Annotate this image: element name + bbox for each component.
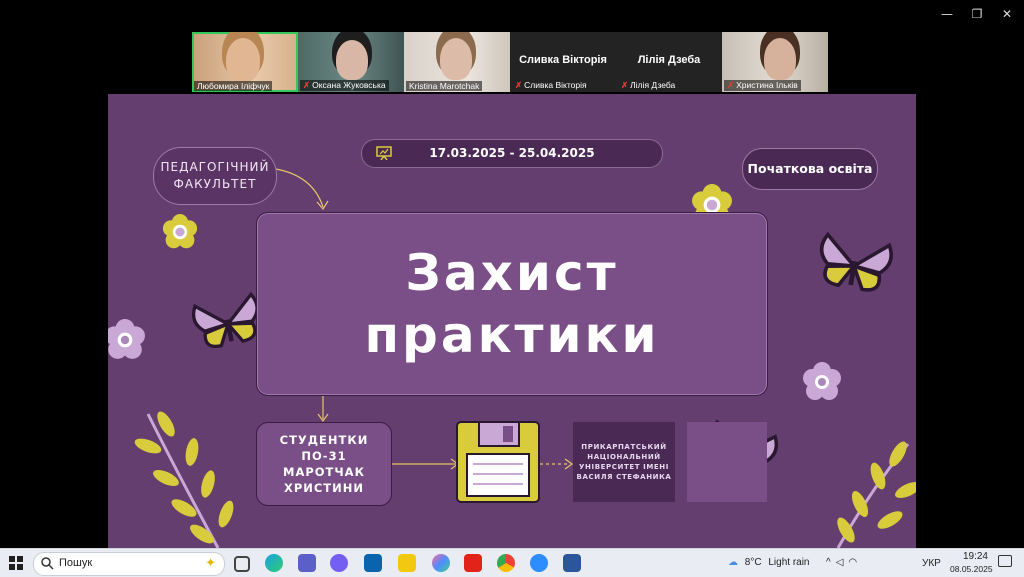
faculty-label: ПЕДАГОГІЧНИЙ ФАКУЛЬТЕТ: [153, 147, 277, 205]
participant-tile[interactable]: Лілія Дзеба ✗ Лілія Дзеба: [616, 32, 722, 92]
participant-avatar: [226, 38, 260, 82]
date-range-bar: 17.03.2025 - 25.04.2025: [361, 139, 663, 168]
butterfly-frame: [687, 422, 767, 502]
word-icon[interactable]: [563, 554, 581, 572]
title-line: Захист: [405, 244, 619, 302]
participant-tile[interactable]: Сливка Вікторія ✗ Сливка Вікторія: [510, 32, 616, 92]
date-range-text: 17.03.2025 - 25.04.2025: [429, 146, 595, 160]
participant-display-name: Лілія Дзеба: [637, 54, 701, 66]
file-explorer-icon[interactable]: [398, 554, 416, 572]
outlook-icon[interactable]: [364, 554, 382, 572]
student-line: СТУДЕНТКИ: [279, 433, 369, 447]
chrome-icon[interactable]: [497, 554, 515, 572]
flower-icon: [108, 319, 145, 359]
viber-icon[interactable]: [330, 554, 348, 572]
flower-icon: [803, 362, 841, 400]
close-button[interactable]: ✕: [997, 6, 1017, 22]
clock-time: 19:24: [962, 551, 988, 562]
participant-tile[interactable]: Kristina Marotchak: [404, 32, 510, 92]
participant-name: ✗ Христина Ільків: [724, 80, 801, 91]
zoom-icon[interactable]: [530, 554, 548, 572]
presentation-board-icon: [376, 146, 392, 160]
faculty-line: ФАКУЛЬТЕТ: [173, 177, 257, 191]
shared-slide: 17.03.2025 - 25.04.2025 ПЕДАГОГІЧНИЙ ФАКУ…: [108, 94, 916, 548]
weather-temp: 8°C: [744, 557, 762, 568]
search-icon: [41, 557, 54, 570]
leaf-branch-icon: [132, 408, 237, 548]
cloud-rain-icon: ☁: [728, 557, 738, 568]
participant-name: ✗ Лілія Дзеба: [621, 80, 676, 90]
participant-tile[interactable]: ✗ Христина Ільків: [722, 32, 828, 92]
butterfly-icon: [192, 294, 264, 350]
muted-mic-icon: ✗: [515, 80, 523, 90]
student-line: ПО-31: [301, 449, 347, 463]
tray-icons[interactable]: ^◁◠: [826, 557, 862, 568]
edge-icon[interactable]: [265, 554, 283, 572]
university-box: ПРИКАРПАТСЬКИЙ НАЦІОНАЛЬНИЙ УНІВЕРСИТЕТ …: [573, 422, 675, 502]
acrobat-icon[interactable]: [464, 554, 482, 572]
speaker-icon[interactable]: ◁: [836, 557, 849, 568]
floppy-disk-icon: [456, 421, 540, 503]
participant-tile[interactable]: ✗ Оксана Жуковська: [298, 32, 404, 92]
muted-mic-icon: ✗: [727, 80, 735, 90]
student-line: МАРОТЧАК: [283, 465, 365, 479]
participant-avatar: [440, 38, 472, 80]
chevron-up-icon[interactable]: ^: [826, 557, 836, 568]
university-line: УНІВЕРСИТЕТ ІМЕНІ: [579, 463, 669, 471]
student-box: СТУДЕНТКИ ПО-31 МАРОТЧАК ХРИСТИНИ: [256, 422, 392, 506]
title-box: Захист практики: [256, 212, 768, 396]
clock[interactable]: 19:24 08.05.2025: [950, 551, 993, 575]
weather-text: Light rain: [768, 557, 810, 568]
search-placeholder: Пошук: [59, 557, 93, 569]
faculty-line: ПЕДАГОГІЧНИЙ: [160, 160, 270, 174]
participant-avatar: [336, 40, 368, 80]
wifi-icon[interactable]: ◠: [848, 557, 862, 568]
copilot-icon[interactable]: [432, 554, 450, 572]
participant-strip: Любомира Іліфчук ✗ Оксана Жуковська Krist…: [192, 32, 828, 92]
slide-title: Захист практики: [365, 242, 660, 366]
university-line: ВАСИЛЯ СТЕФАНИКА: [576, 473, 672, 481]
student-line: ХРИСТИНИ: [283, 481, 365, 495]
university-line: НАЦІОНАЛЬНИЙ: [587, 453, 661, 461]
windows-start-icon[interactable]: [9, 556, 23, 570]
title-line: практики: [364, 306, 660, 364]
muted-mic-icon: ✗: [621, 80, 629, 90]
taskbar: Пошук ✦ ☁ 8°C Light rain ^◁◠ УКР 19:24 0…: [0, 548, 1024, 577]
language-indicator[interactable]: УКР: [922, 558, 941, 569]
university-line: ПРИКАРПАТСЬКИЙ: [581, 443, 667, 451]
notification-icon[interactable]: [998, 555, 1012, 567]
weather-widget[interactable]: ☁ 8°C Light rain: [728, 557, 810, 568]
microsoft-store-icon[interactable]: [298, 554, 316, 572]
participant-name: Любомира Іліфчук: [194, 81, 273, 91]
sparkle-icon: ✦: [205, 555, 216, 570]
flower-icon: [162, 214, 198, 249]
participant-tile[interactable]: Любомира Іліфчук: [192, 32, 298, 92]
task-view-icon[interactable]: [234, 556, 250, 572]
taskbar-search[interactable]: Пошук ✦: [33, 552, 225, 576]
participant-name: ✗ Сливка Вікторія: [515, 80, 587, 90]
participant-name: ✗ Оксана Жуковська: [300, 80, 389, 91]
clock-date: 08.05.2025: [950, 564, 993, 574]
muted-mic-icon: ✗: [303, 80, 311, 90]
participant-avatar: [764, 38, 796, 80]
minimize-button[interactable]: —: [937, 6, 957, 22]
leaf-branch-icon: [833, 438, 916, 548]
participant-display-name: Сливка Вікторія: [519, 54, 607, 66]
participant-name: Kristina Marotchak: [406, 81, 483, 91]
butterfly-icon: [816, 234, 893, 293]
restore-button[interactable]: ❐: [967, 6, 987, 22]
program-label: Початкова освіта: [742, 148, 878, 190]
